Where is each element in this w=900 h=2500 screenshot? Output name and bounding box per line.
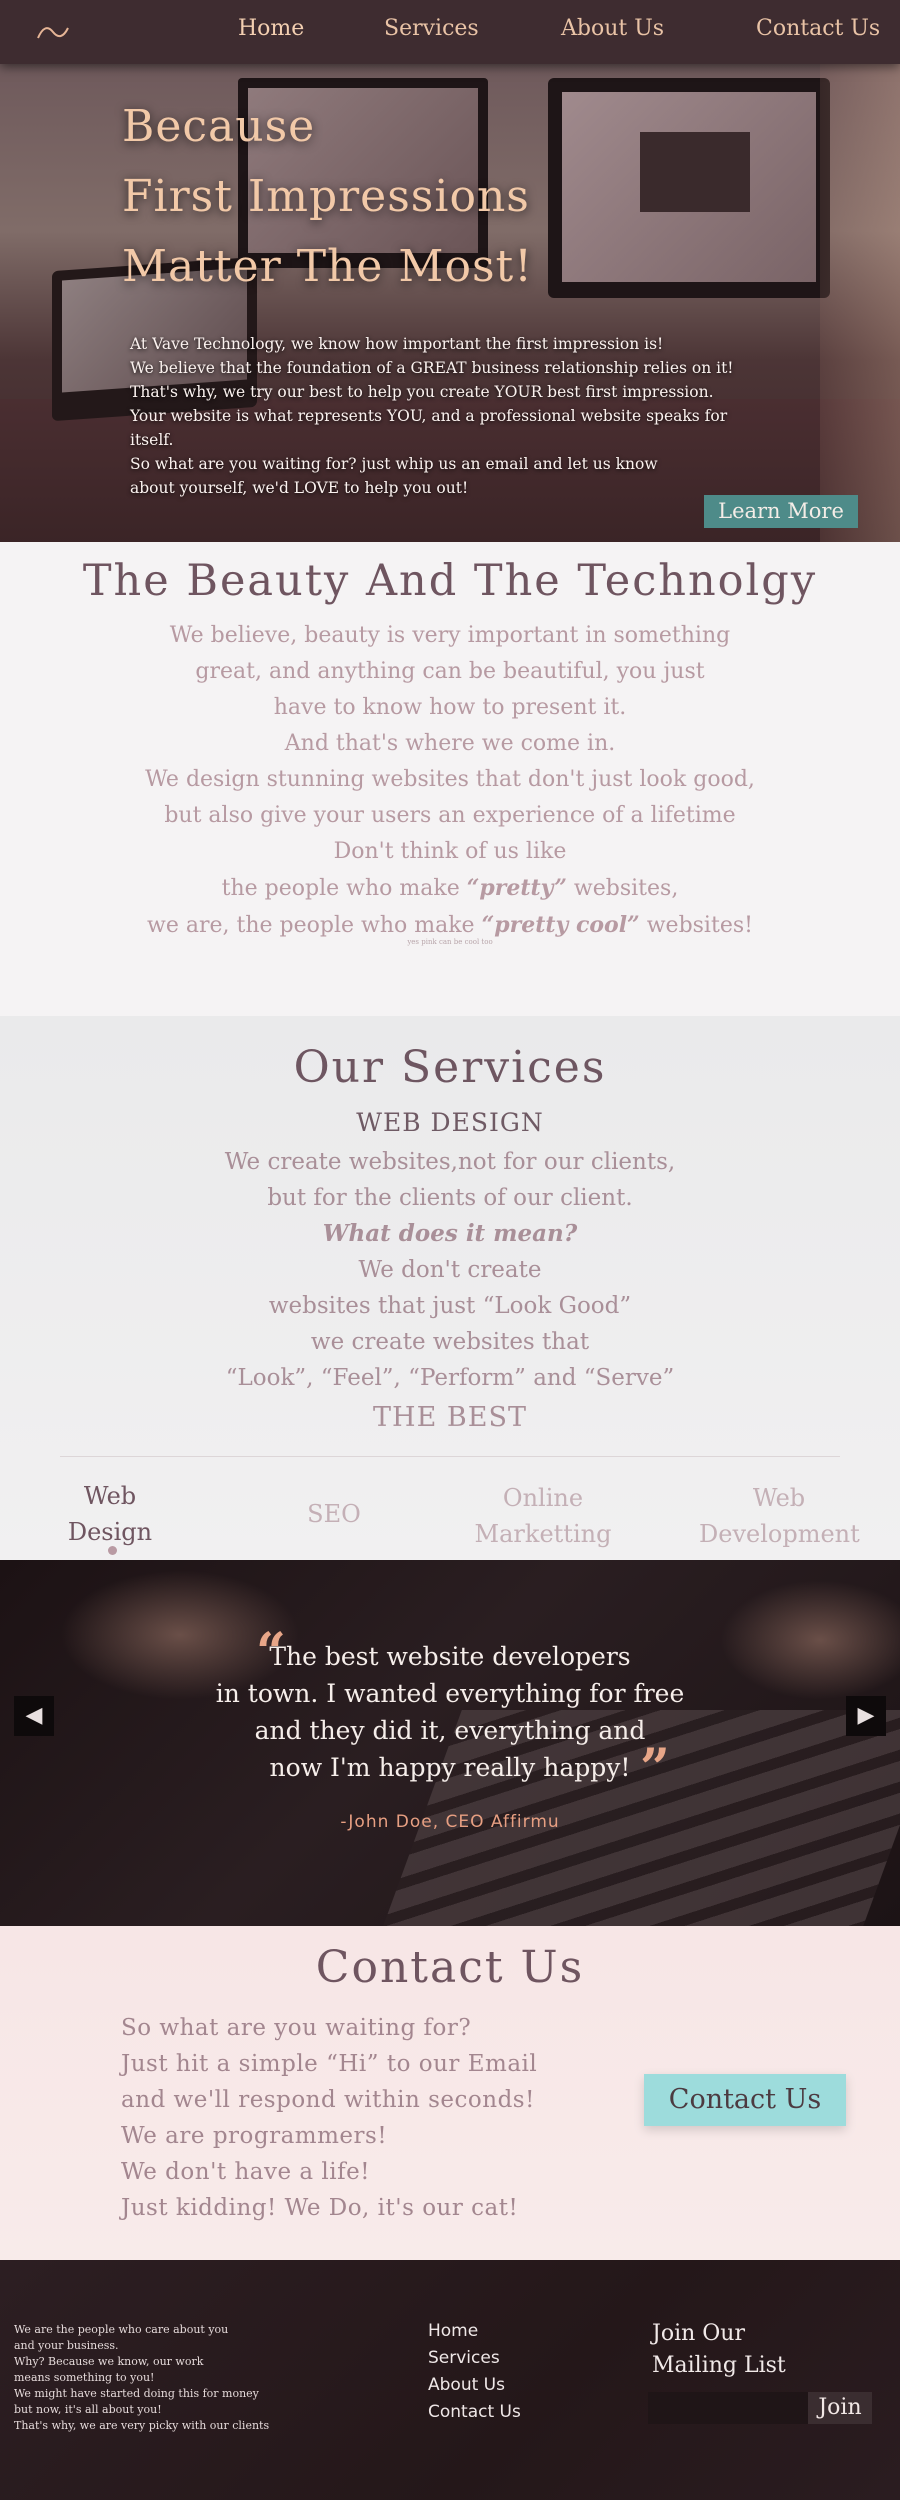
tab-web-design[interactable]: Web Design — [30, 1478, 190, 1550]
services-section: Our Services WEB DESIGN We create websit… — [0, 1016, 900, 1560]
footer-about-text: We are the people who care about you and… — [14, 2322, 269, 2434]
contact-line: We are programmers! — [121, 2123, 388, 2149]
footer-about-line: Why? Because we know, our work — [14, 2355, 204, 2368]
mailing-email-input[interactable] — [648, 2392, 808, 2424]
hero-text-line: At Vave Technology, we know how importan… — [130, 335, 664, 353]
hero-text-line: Your website is what represents YOU, and… — [130, 407, 728, 449]
beauty-title: The Beauty And The Technolgy — [82, 556, 818, 606]
wave-logo-icon[interactable] — [36, 20, 70, 44]
contact-line: and we'll respond within seconds! — [121, 2087, 535, 2113]
mailing-title-line: Mailing List — [652, 2353, 786, 2378]
hero-monitor-image — [548, 78, 830, 298]
tab-label: Marketting — [474, 1520, 612, 1548]
quote-line: The best website developers — [269, 1642, 631, 1671]
footer-link-about[interactable]: About Us — [428, 2372, 521, 2399]
hero-text-line: So what are you waiting for? just whip u… — [130, 455, 658, 497]
nav-about-link[interactable]: About Us — [561, 16, 664, 41]
tab-label: SEO — [307, 1500, 361, 1528]
hero-curtain-image — [820, 64, 900, 542]
join-button[interactable]: Join — [808, 2392, 872, 2424]
tab-label: Design — [67, 1518, 153, 1546]
footer-about-line: That's why, we are very picky with our c… — [14, 2419, 270, 2432]
contact-line: Just kidding! We Do, it's our cat! — [121, 2195, 519, 2221]
services-line: websites that just “Look Good” — [268, 1293, 632, 1319]
footer-link-home[interactable]: Home — [428, 2318, 521, 2345]
slider-next-arrow-icon[interactable]: ▶ — [846, 1696, 886, 1736]
services-line: We create websites,not for our clients, — [224, 1149, 676, 1175]
beauty-line: And that's where we come in. — [284, 731, 616, 756]
footer-about-line: and your business. — [14, 2339, 119, 2352]
active-tab-indicator — [108, 1546, 117, 1555]
services-line: We don't create — [358, 1257, 542, 1283]
beauty-line: have to know how to present it. — [273, 695, 627, 720]
small-note: yes pink can be cool too — [407, 938, 493, 946]
services-question: What does it mean? — [322, 1220, 578, 1247]
contact-text: So what are you waiting for? Just hit a … — [121, 2010, 537, 2226]
footer-about-line: but now, it's all about you! — [14, 2403, 162, 2416]
beauty-text: We believe, beauty is very important in … — [0, 618, 900, 944]
testimonial-slider: “ The best website developers in town. I… — [0, 1560, 900, 1926]
footer-link-services[interactable]: Services — [428, 2345, 521, 2372]
services-subtitle: WEB DESIGN — [356, 1108, 544, 1137]
footer-about-line: We are the people who care about you — [14, 2323, 229, 2336]
services-line: but for the clients of our client. — [267, 1185, 633, 1211]
tab-label: Web — [752, 1484, 806, 1512]
learn-more-button[interactable]: Learn More — [704, 495, 858, 528]
tab-web-development[interactable]: Web Development — [699, 1480, 860, 1552]
contact-us-button[interactable]: Contact Us — [644, 2074, 846, 2126]
services-divider — [60, 1456, 840, 1457]
footer-about-line: We might have started doing this for mon… — [14, 2387, 259, 2400]
services-line: we create websites that — [310, 1329, 590, 1355]
hero-title: Because First Impressions Matter The Mos… — [122, 92, 533, 302]
footer-about-line: means something to you! — [14, 2371, 155, 2384]
hero-title-line: Because — [122, 101, 316, 152]
contact-section: Contact Us So what are you waiting for? … — [0, 1926, 900, 2260]
hero-section: Because First Impressions Matter The Mos… — [0, 64, 900, 542]
services-line: “Look”, “Feel”, “Perform” and “Serve” — [225, 1365, 675, 1391]
contact-line: Just hit a simple “Hi” to our Email — [121, 2051, 538, 2077]
slider-prev-arrow-icon[interactable]: ◀ — [14, 1696, 54, 1736]
beauty-line: We believe, beauty is very important in … — [169, 623, 731, 648]
mailing-list-title: Join Our Mailing List — [652, 2318, 786, 2382]
contact-line: We don't have a life! — [121, 2159, 370, 2185]
tab-seo[interactable]: SEO — [254, 1496, 414, 1532]
services-description: We create websites,not for our clients, … — [0, 1144, 900, 1396]
contact-title: Contact Us — [315, 1942, 585, 1993]
tab-label: Development — [699, 1520, 860, 1548]
contact-line: So what are you waiting for? — [121, 2015, 472, 2041]
hero-text-line: That's why, we try our best to help you … — [130, 383, 714, 401]
close-quote-icon: ” — [640, 1738, 670, 1799]
nav-contact-link[interactable]: Contact Us — [756, 16, 880, 41]
beauty-line: We design stunning websites that don't j… — [145, 767, 755, 792]
beauty-line: Don't think of us like — [333, 839, 567, 864]
testimonial-author: -John Doe, CEO Affirmu — [340, 1812, 560, 1832]
hero-description: At Vave Technology, we know how importan… — [130, 332, 740, 500]
beauty-pretty-line: the people who make “pretty” websites, — [221, 875, 679, 901]
mailing-title-line: Join Our — [652, 2321, 745, 2346]
tab-label: Online — [502, 1484, 584, 1512]
footer-links: Home Services About Us Contact Us — [428, 2318, 521, 2426]
beauty-line: but also give your users an experience o… — [164, 803, 736, 828]
footer-link-contact[interactable]: Contact Us — [428, 2399, 521, 2426]
footer: We are the people who care about you and… — [0, 2260, 900, 2500]
hero-title-line: Matter The Most! — [122, 241, 533, 292]
hero-title-line: First Impressions — [122, 171, 530, 222]
beauty-section: The Beauty And The Technolgy We believe,… — [0, 542, 900, 1016]
tab-online-marketting[interactable]: Online Marketting — [463, 1480, 623, 1552]
nav-home-link[interactable]: Home — [238, 16, 304, 41]
nav-services-link[interactable]: Services — [384, 16, 479, 41]
top-navigation: Home Services About Us Contact Us — [0, 0, 900, 64]
services-best: THE BEST — [373, 1402, 527, 1433]
services-title: Our Services — [293, 1042, 607, 1093]
beauty-line: great, and anything can be beautiful, yo… — [195, 659, 705, 684]
quote-line: in town. I wanted everything for free — [215, 1679, 685, 1708]
hero-text-line: We believe that the foundation of a GREA… — [130, 359, 734, 377]
tab-label: Web — [83, 1482, 137, 1510]
